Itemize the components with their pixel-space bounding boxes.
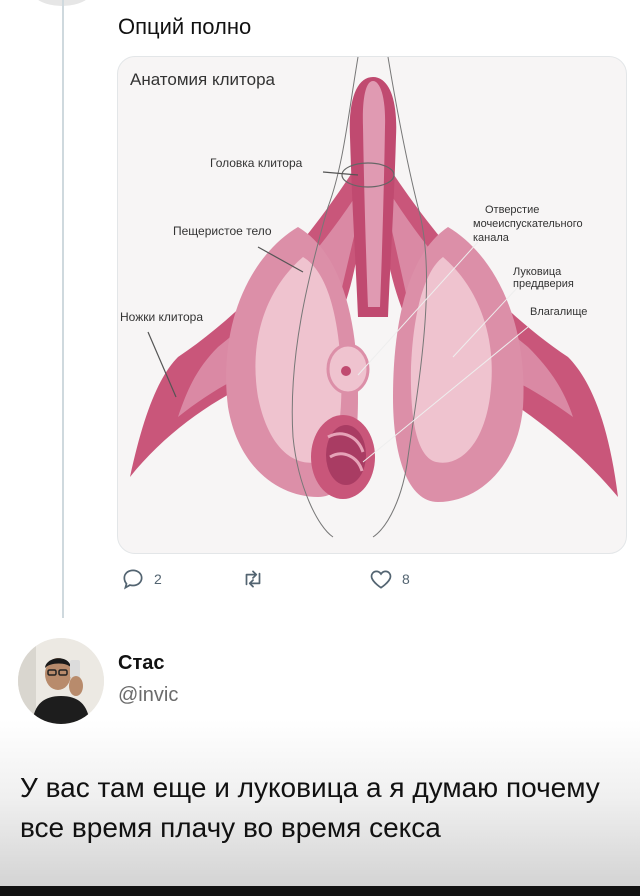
reply-author-name[interactable]: Стас: [118, 652, 164, 675]
retweet-icon: [245, 570, 261, 588]
reply-button[interactable]: 2: [120, 566, 162, 592]
label-urethra-1: Отверстие: [485, 204, 539, 216]
tweet-text: Опций полно: [118, 14, 252, 39]
label-bulb-1: Луковица: [513, 266, 562, 278]
label-crura: Ножки клитора: [120, 310, 203, 324]
label-urethra-2: мочеиспускательного: [473, 218, 583, 230]
heart-icon: [370, 570, 392, 589]
label-vagina: Влагалище: [530, 306, 587, 318]
like-button[interactable]: 8: [368, 566, 410, 592]
thread-line: [62, 0, 64, 618]
reply-text: У вас там еще и луковица а я думаю почем…: [20, 772, 600, 843]
label-corpus: Пещеристое тело: [173, 224, 272, 238]
retweet-button[interactable]: [240, 566, 266, 592]
label-bulb-2: преддверия: [513, 278, 574, 290]
label-urethra-3: канала: [473, 232, 510, 244]
reply-author-handle[interactable]: @invic: [118, 684, 178, 707]
person-avatar-icon: [18, 638, 104, 724]
bottom-bar: [0, 886, 640, 896]
anatomy-diagram: Анатомия клитора Головка клитора Пещерис…: [120, 57, 618, 538]
diagram-title: Анатомия клитора: [130, 70, 276, 89]
reply-icon: [123, 569, 143, 590]
tweet-actions: 2 8: [120, 566, 440, 596]
label-glans: Головка клитора: [210, 156, 303, 170]
reply-count: 2: [154, 571, 162, 587]
like-count: 8: [402, 571, 410, 587]
tweet-media-image[interactable]: Анатомия клитора Головка клитора Пещерис…: [117, 56, 627, 554]
avatar[interactable]: [18, 638, 104, 724]
